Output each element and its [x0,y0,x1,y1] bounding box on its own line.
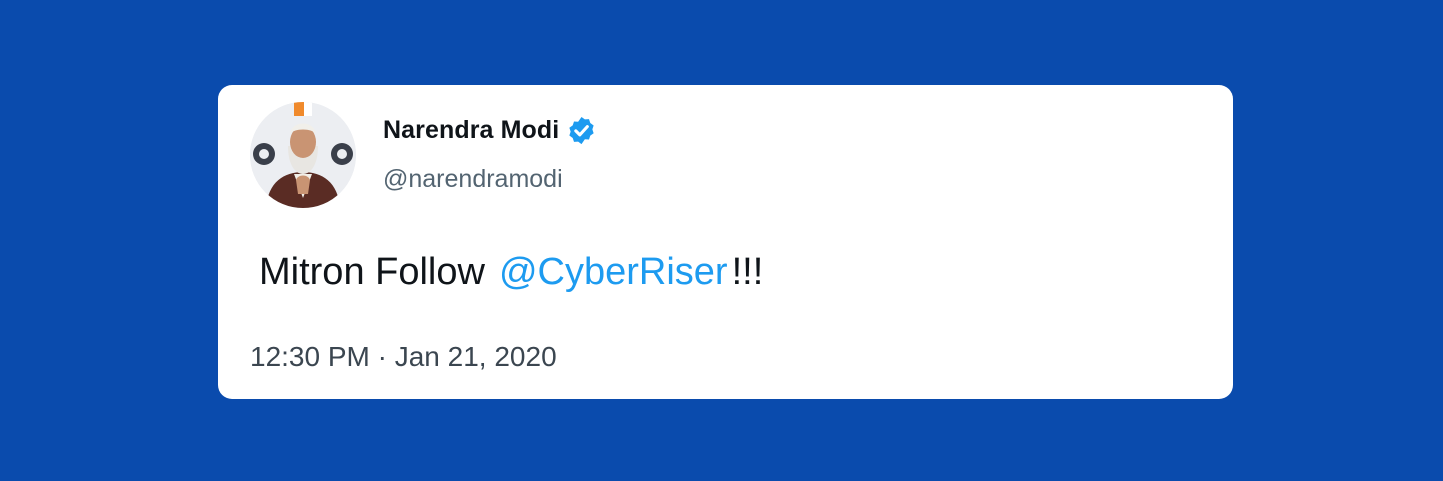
mention-link[interactable]: @CyberRiser [499,251,728,293]
tweet-timestamp[interactable]: 12:30 PM · Jan 21, 2020 [250,341,557,373]
avatar-portrait-icon [250,102,356,208]
tweet-card: Narendra Modi @narendramodi Mitron Follo… [218,85,1233,399]
author-handle[interactable]: @narendramodi [383,165,563,194]
tweet-text: Mitron Follow @CyberRiser!!! [259,251,763,294]
author-row: Narendra Modi [383,113,597,147]
tweet-text-body: Mitron Follow [259,251,485,293]
author-display-name[interactable]: Narendra Modi [383,116,559,145]
tweet-text-tail: !!! [731,251,764,293]
verified-badge-icon [566,115,597,146]
avatar[interactable] [250,102,356,208]
